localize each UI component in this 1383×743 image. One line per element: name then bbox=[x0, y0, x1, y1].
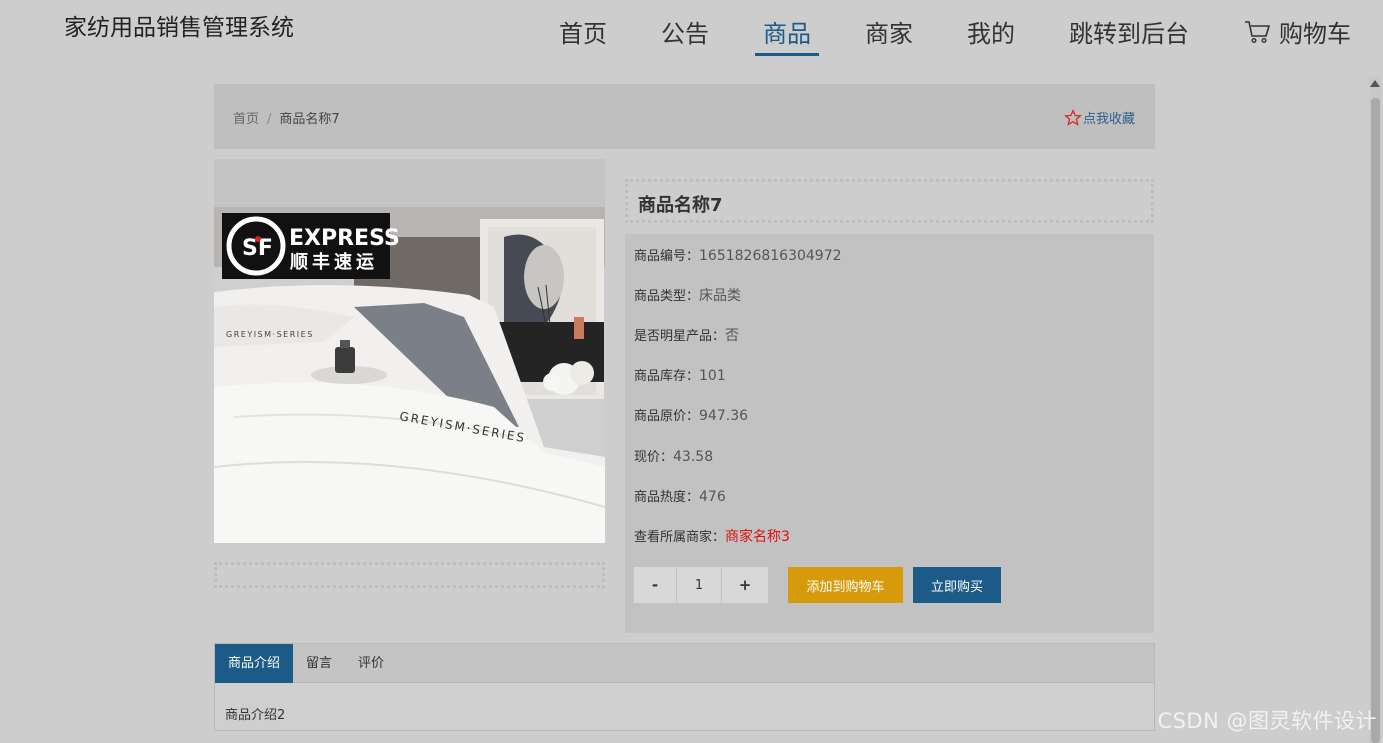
nav-notice[interactable]: 公告 bbox=[653, 14, 717, 53]
nav-home[interactable]: 首页 bbox=[551, 14, 615, 53]
field-label: 商品热度： bbox=[634, 490, 700, 505]
breadcrumb: 首页 / 商品名称7 bbox=[233, 108, 340, 127]
buy-now-button[interactable]: 立即购买 bbox=[913, 567, 1001, 603]
field-label: 商品类型： bbox=[634, 289, 700, 304]
favorite-label: 点我收藏 bbox=[1082, 112, 1135, 127]
field-label: 现价： bbox=[634, 450, 674, 465]
scroll-up-arrow-icon[interactable] bbox=[1370, 80, 1380, 87]
field-popularity: 商品热度：476 bbox=[634, 486, 726, 505]
field-value: 43.58 bbox=[673, 449, 714, 465]
breadcrumb-current: 商品名称7 bbox=[279, 112, 340, 127]
field-value: 1651826816304972 bbox=[699, 248, 842, 264]
nav-mine[interactable]: 我的 bbox=[959, 14, 1023, 53]
tab-reviews[interactable]: 评价 bbox=[345, 644, 397, 683]
watermark: CSDN @图灵软件设计 bbox=[1157, 709, 1377, 733]
product-name: 商品名称7 bbox=[638, 195, 723, 216]
scrollbar[interactable] bbox=[1369, 76, 1381, 743]
merchant-link[interactable]: 商家名称3 bbox=[725, 529, 790, 545]
field-product-code: 商品编号：1651826816304972 bbox=[634, 245, 842, 264]
field-value: 床品类 bbox=[699, 288, 742, 304]
field-original-price: 商品原价：947.36 bbox=[634, 405, 748, 424]
nav-admin[interactable]: 跳转到后台 bbox=[1061, 14, 1197, 53]
quantity-input[interactable]: 1 bbox=[676, 567, 722, 603]
field-stock: 商品库存：101 bbox=[634, 365, 726, 384]
breadcrumb-separator: / bbox=[267, 112, 272, 127]
star-icon bbox=[1064, 108, 1082, 126]
field-product-type: 商品类型：床品类 bbox=[634, 285, 741, 305]
field-value: 476 bbox=[699, 489, 726, 505]
field-label: 商品原价： bbox=[634, 409, 700, 424]
nav-cart[interactable]: 购物车 bbox=[1235, 14, 1359, 53]
breadcrumb-home[interactable]: 首页 bbox=[233, 112, 259, 127]
field-label: 查看所属商家： bbox=[634, 530, 726, 545]
tab-description[interactable]: 商品介绍 bbox=[215, 644, 294, 683]
add-to-cart-button[interactable]: 添加到购物车 bbox=[788, 567, 903, 603]
product-info-panel: 商品编号：1651826816304972 商品类型：床品类 是否明星产品：否 … bbox=[625, 234, 1154, 633]
tab-bar: 商品介绍 留言 评价 bbox=[215, 644, 1154, 683]
tab-content: 商品介绍2 bbox=[225, 708, 286, 723]
detail-tabs: 商品介绍 留言 评价 商品介绍2 bbox=[214, 643, 1155, 731]
field-star-product: 是否明星产品：否 bbox=[634, 325, 739, 345]
nav-merchants[interactable]: 商家 bbox=[857, 14, 921, 53]
quantity-stepper: - 1 + bbox=[634, 567, 768, 603]
product-image-container: GREYISM·SERIES GREYISM·SERIES SF EXPRESS… bbox=[214, 159, 605, 543]
field-value: 否 bbox=[725, 328, 740, 344]
tab-messages[interactable]: 留言 bbox=[293, 644, 345, 683]
nav-products[interactable]: 商品 bbox=[755, 14, 819, 56]
favorite-button[interactable]: 点我收藏 bbox=[1064, 108, 1135, 127]
quantity-plus-button[interactable]: + bbox=[722, 567, 768, 603]
nav-cart-label: 购物车 bbox=[1279, 20, 1351, 48]
product-name-box: 商品名称7 bbox=[625, 179, 1154, 223]
photo-series-small: GREYISM·SERIES bbox=[226, 330, 314, 339]
thumbnail-strip bbox=[214, 562, 605, 588]
cart-icon bbox=[1245, 20, 1271, 43]
field-label: 是否明星产品： bbox=[634, 329, 726, 344]
quantity-minus-button[interactable]: - bbox=[634, 567, 676, 603]
field-label: 商品库存： bbox=[634, 369, 700, 384]
field-current-price: 现价：43.58 bbox=[634, 446, 713, 465]
field-label: 商品编号： bbox=[634, 249, 700, 264]
photo-logo-line2: 顺丰速运 bbox=[290, 251, 378, 273]
site-title: 家纺用品销售管理系统 bbox=[64, 15, 294, 41]
photo-logo-line1: EXPRESS bbox=[289, 226, 400, 251]
field-merchant: 查看所属商家：商家名称3 bbox=[634, 526, 790, 546]
breadcrumb-bar: 首页 / 商品名称7 点我收藏 bbox=[214, 84, 1155, 149]
field-value: 101 bbox=[699, 368, 726, 384]
main-nav: 首页 公告 商品 商家 我的 跳转到后台 购物车 bbox=[513, 14, 1359, 56]
scroll-thumb[interactable] bbox=[1371, 98, 1380, 743]
field-value: 947.36 bbox=[699, 408, 749, 424]
product-photo: GREYISM·SERIES GREYISM·SERIES SF EXPRESS… bbox=[214, 207, 605, 543]
